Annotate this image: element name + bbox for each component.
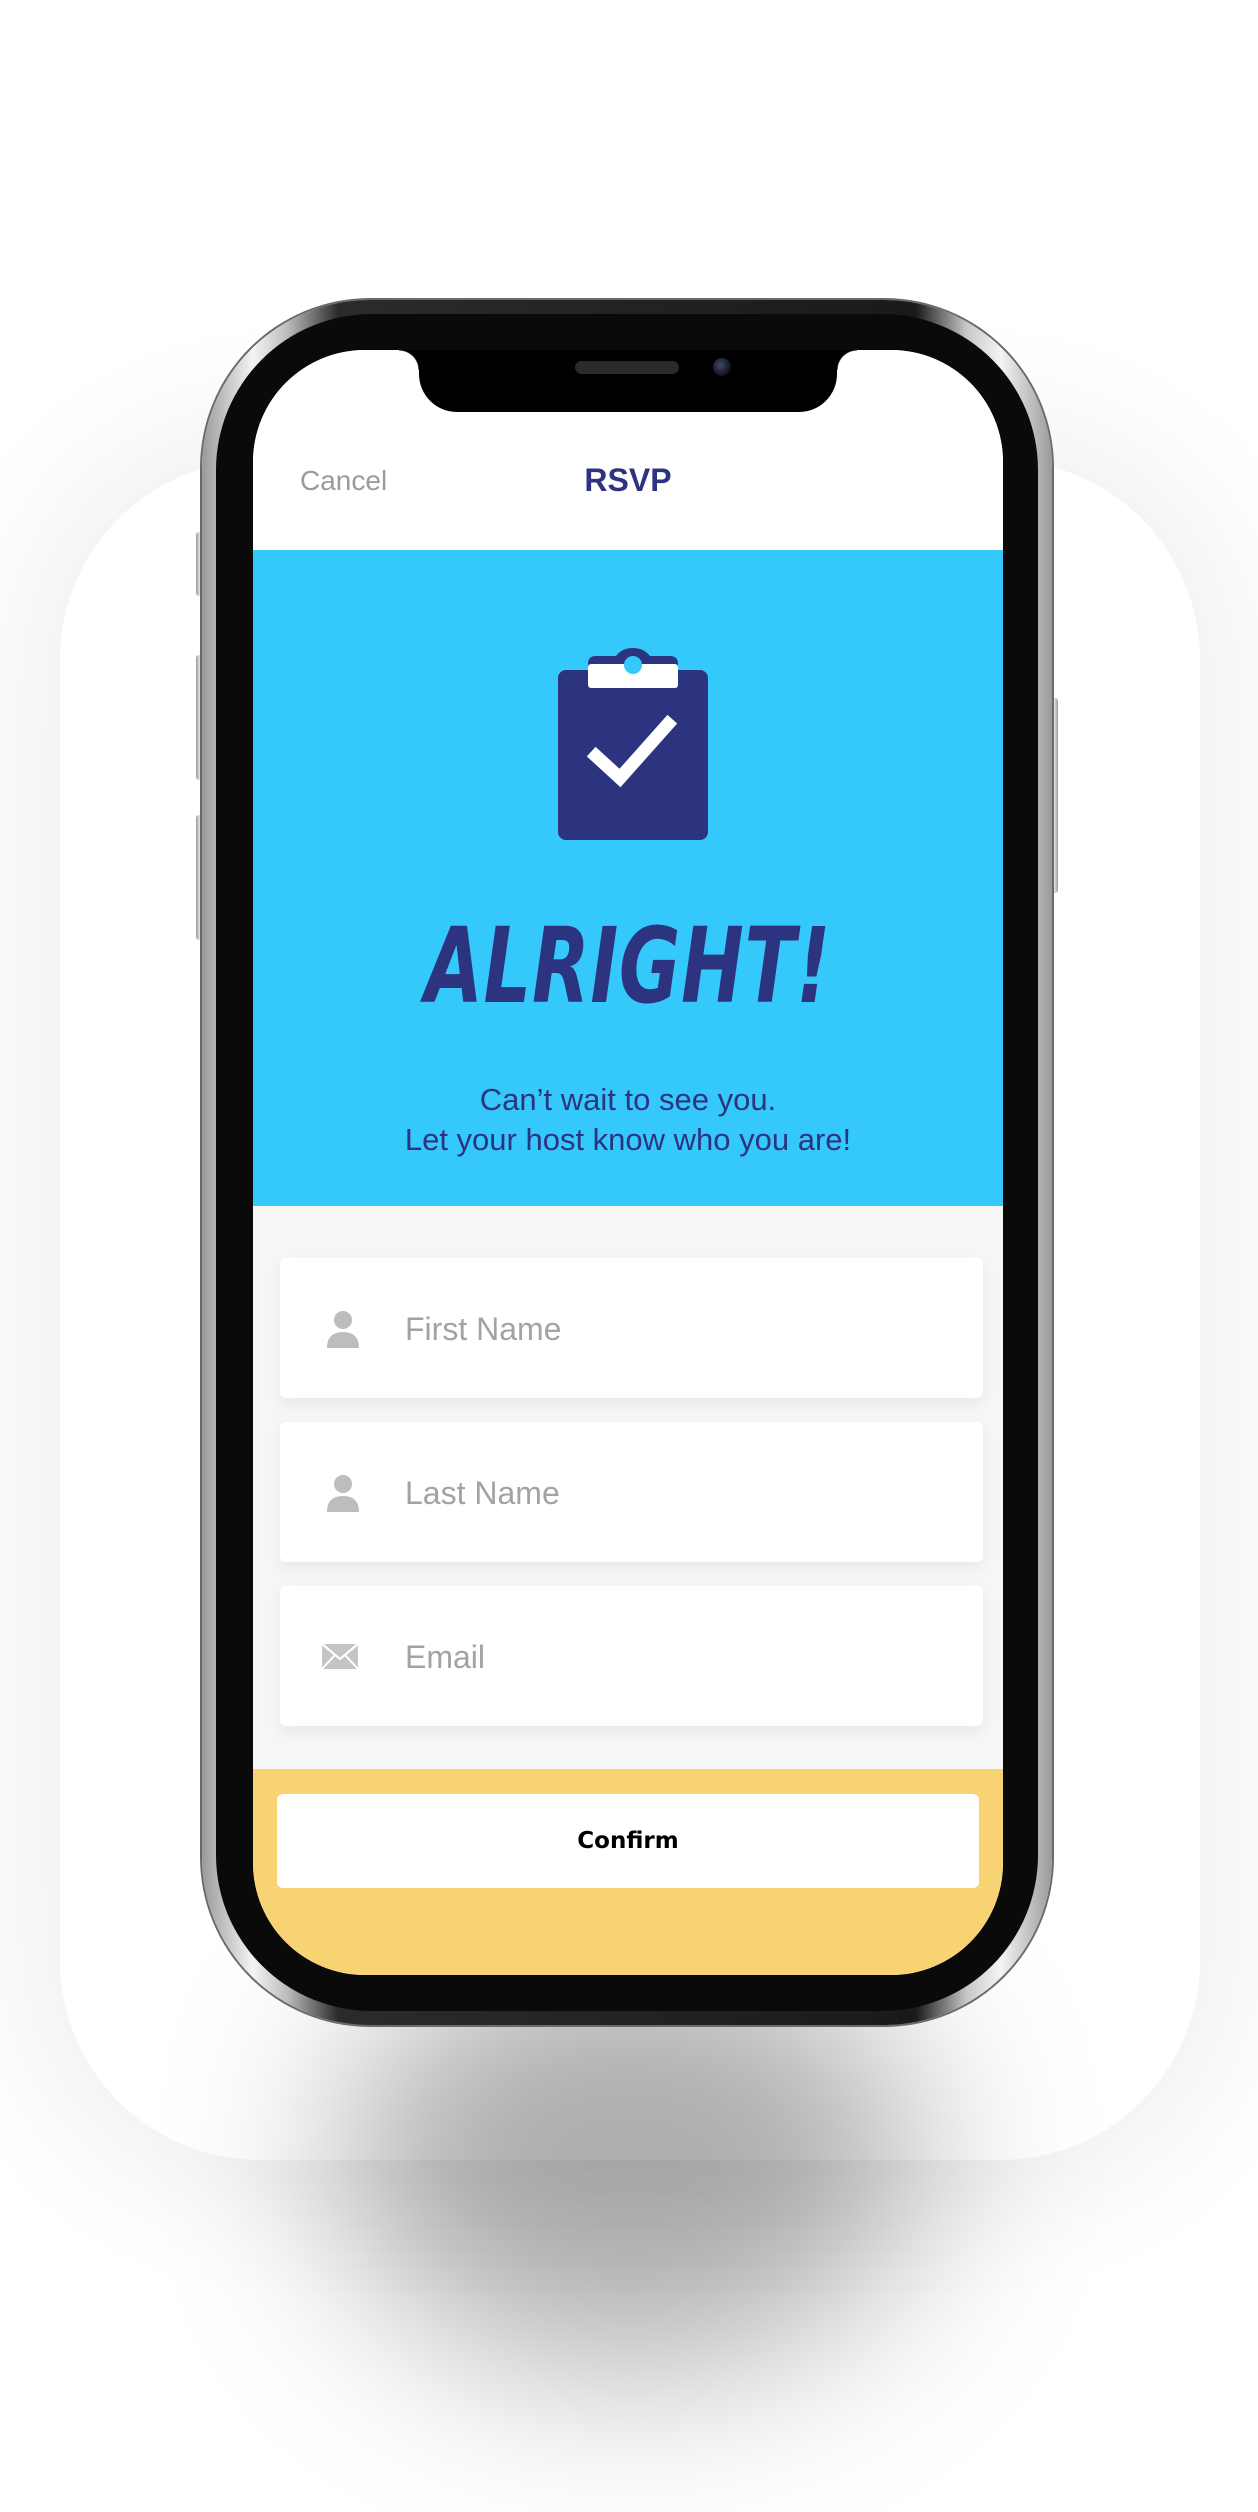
earpiece-speaker (575, 361, 679, 374)
last-name-field (280, 1422, 983, 1562)
hero-subtitle-line-2: Let your host know who you are! (404, 1122, 852, 1157)
mockup-stage: Cancel RSVP ALRIGHT! Can’t wait to see y… (0, 0, 1258, 2512)
first-name-field (280, 1258, 983, 1398)
notch (399, 350, 857, 412)
confirm-button[interactable]: Confirm (277, 1794, 979, 1888)
hero-banner: ALRIGHT! Can’t wait to see you. Let your… (253, 550, 1003, 1206)
clipboard-check-icon (558, 648, 708, 840)
rsvp-form (253, 1206, 1003, 1769)
footer-bar: Confirm (253, 1769, 1003, 1975)
hero-title: ALRIGHT! (424, 905, 832, 1027)
first-name-input[interactable] (403, 1298, 947, 1360)
page-title: RSVP (584, 462, 672, 498)
person-icon (327, 1475, 359, 1512)
hero-subtitle-line-1: Can’t wait to see you. (479, 1082, 777, 1117)
person-icon (327, 1311, 359, 1348)
email-field (280, 1586, 983, 1726)
front-camera (713, 358, 731, 376)
phone-screen: Cancel RSVP ALRIGHT! Can’t wait to see y… (253, 350, 1003, 1975)
email-input[interactable] (403, 1626, 947, 1688)
last-name-input[interactable] (403, 1462, 947, 1524)
envelope-icon (321, 1643, 359, 1670)
